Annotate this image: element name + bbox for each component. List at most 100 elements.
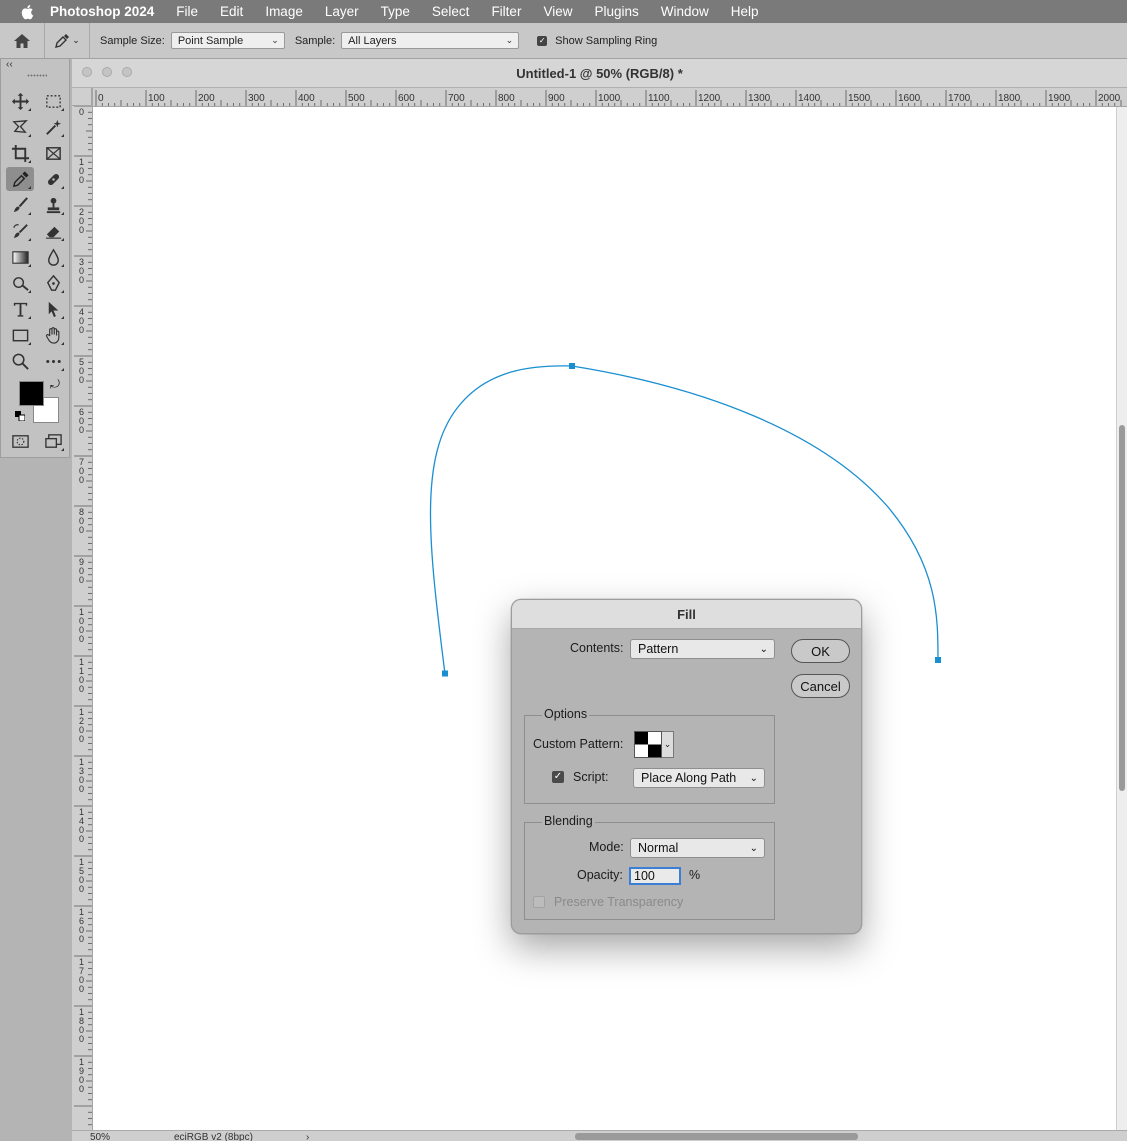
marquee-tool[interactable]: [39, 89, 67, 113]
dialog-title: Fill: [512, 600, 861, 629]
edit-toolbar-button[interactable]: [39, 349, 67, 373]
menu-filter[interactable]: Filter: [480, 4, 532, 19]
eyedropper-tool[interactable]: [6, 167, 34, 191]
ok-button[interactable]: OK: [791, 639, 850, 663]
menu-select[interactable]: Select: [421, 4, 481, 19]
zoom-tool[interactable]: [6, 349, 34, 373]
foreground-color-swatch[interactable]: [19, 381, 44, 406]
anchor-point-top[interactable]: [569, 363, 575, 369]
quick-mask-icon: [11, 434, 29, 448]
hand-tool[interactable]: [39, 323, 67, 347]
blur-tool[interactable]: [39, 245, 67, 269]
ruler-label: 0: [79, 475, 84, 485]
show-sampling-ring-checkbox[interactable]: [537, 35, 548, 46]
sample-size-value: Point Sample: [177, 34, 244, 47]
panel-grip[interactable]: [27, 74, 47, 77]
menu-plugins[interactable]: Plugins: [583, 4, 649, 19]
eraser-tool[interactable]: [39, 219, 67, 243]
swap-colors-icon[interactable]: ⤾: [50, 377, 60, 392]
brush-tool[interactable]: [6, 193, 34, 217]
menu-type[interactable]: Type: [370, 4, 421, 19]
anchor-point-start[interactable]: [442, 670, 448, 677]
menu-file[interactable]: File: [165, 4, 209, 19]
pattern-picker-arrow[interactable]: ⌄: [662, 731, 674, 758]
ruler-label: 0: [79, 525, 84, 535]
chevron-down-icon: ⌄: [271, 35, 279, 45]
preserve-transparency-checkbox[interactable]: [533, 896, 545, 908]
type-tool[interactable]: [6, 297, 34, 321]
path-selection-tool[interactable]: [39, 297, 67, 321]
ruler-label: 0: [79, 175, 84, 185]
ruler-label: 100: [148, 93, 165, 104]
clone-stamp-tool[interactable]: [39, 193, 67, 217]
ruler-label: 1900: [1048, 93, 1071, 104]
status-bar: 50% eciRGB v2 (8bpc) ›: [72, 1130, 1127, 1141]
ruler-label: 600: [398, 93, 415, 104]
menu-window[interactable]: Window: [650, 4, 720, 19]
options-group: [524, 715, 775, 804]
options-bar: ⌄ Sample Size: Point Sample ⌄ Sample: Al…: [0, 23, 1127, 59]
horizontal-scroll-thumb[interactable]: [575, 1133, 858, 1140]
eyedropper-icon: [55, 33, 70, 48]
ruler-label: 1800: [998, 93, 1021, 104]
sample-select[interactable]: All Layers ⌄: [341, 32, 520, 49]
minimize-window-button[interactable]: [102, 67, 112, 77]
dodge-tool[interactable]: [6, 271, 34, 295]
sample-size-select[interactable]: Point Sample ⌄: [170, 32, 285, 49]
script-checkbox[interactable]: [552, 771, 564, 783]
custom-pattern-swatch[interactable]: [634, 731, 662, 758]
ruler-label: 0: [79, 834, 84, 844]
apple-icon[interactable]: [20, 4, 36, 20]
ruler-label: 1000: [598, 93, 621, 104]
cancel-button[interactable]: Cancel: [791, 674, 850, 698]
healing-brush-tool[interactable]: [39, 167, 67, 191]
home-button[interactable]: [0, 23, 45, 58]
screen-mode-button[interactable]: [39, 429, 67, 453]
zoom-window-button[interactable]: [122, 67, 132, 77]
menu-help[interactable]: Help: [720, 4, 770, 19]
dodge-icon: [12, 276, 29, 291]
menu-edit[interactable]: Edit: [209, 4, 254, 19]
contents-value: Pattern: [638, 642, 679, 656]
horizontal-ruler[interactable]: 0 100 200 300 400 500 600 700 800 900 1000 1100 1200…: [92, 88, 1127, 107]
mode-select[interactable]: Normal ⌄: [630, 838, 765, 858]
pen-tool[interactable]: [39, 271, 67, 295]
opacity-input[interactable]: 100: [629, 867, 681, 885]
sample-size-label: Sample Size:: [100, 34, 165, 47]
rectangle-tool[interactable]: [6, 323, 34, 347]
crop-tool[interactable]: [6, 141, 34, 165]
menu-view[interactable]: View: [532, 4, 583, 19]
collapse-panel-button[interactable]: ‹‹: [6, 59, 13, 70]
history-brush-tool[interactable]: [6, 219, 34, 243]
show-sampling-ring-label: Show Sampling Ring: [555, 34, 658, 47]
menu-app-name[interactable]: Photoshop 2024: [46, 4, 165, 19]
ruler-label: 0: [79, 784, 84, 794]
menu-layer[interactable]: Layer: [314, 4, 370, 19]
vertical-ruler[interactable]: 0100200300400500600700800900100011001200…: [72, 88, 93, 1132]
ruler-origin[interactable]: [72, 88, 92, 106]
frame-tool[interactable]: [39, 141, 67, 165]
menu-image[interactable]: Image: [254, 4, 314, 19]
move-icon: [11, 92, 29, 110]
default-colors-icon[interactable]: [15, 411, 25, 421]
script-select[interactable]: Place Along Path ⌄: [633, 768, 765, 788]
close-window-button[interactable]: [82, 67, 92, 77]
move-tool[interactable]: [6, 89, 34, 113]
sample-value: All Layers: [348, 34, 397, 47]
ruler-label: 0: [79, 1084, 84, 1094]
ruler-label: 1300: [748, 93, 771, 104]
sample-label: Sample:: [294, 34, 336, 47]
gradient-tool[interactable]: [6, 245, 34, 269]
anchor-point-end[interactable]: [935, 657, 941, 663]
ruler-label: 1400: [798, 93, 821, 104]
vertical-scrollbar[interactable]: [1116, 107, 1127, 1130]
ruler-label: 400: [298, 93, 315, 104]
ruler-label: 500: [348, 93, 365, 104]
magic-wand-tool[interactable]: [39, 115, 67, 139]
quick-mask-button[interactable]: [6, 429, 34, 453]
lasso-tool[interactable]: [6, 115, 34, 139]
contents-select[interactable]: Pattern ⌄: [630, 639, 775, 659]
vertical-scroll-thumb[interactable]: [1119, 425, 1125, 791]
rectangle-icon: [12, 329, 28, 341]
tool-preset-picker[interactable]: ⌄: [45, 23, 90, 58]
